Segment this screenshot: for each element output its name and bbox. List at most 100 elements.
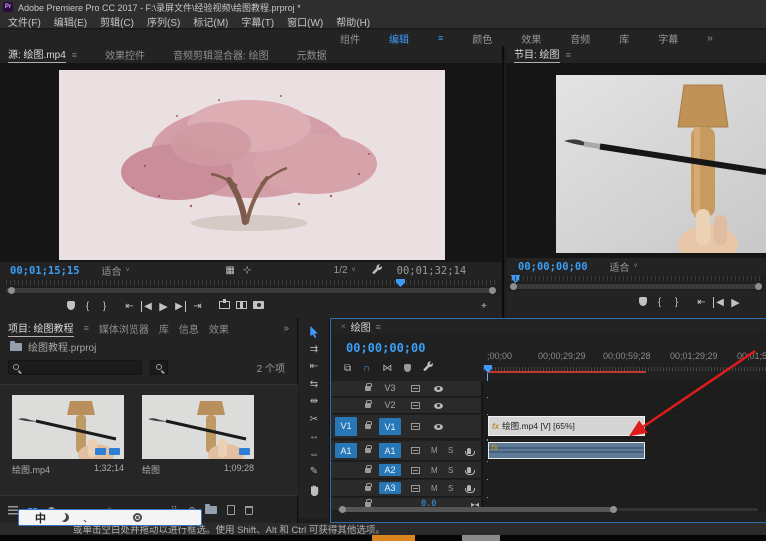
track-label-a2[interactable]: A2 bbox=[379, 464, 401, 476]
taskbar-app-gray[interactable] bbox=[462, 535, 500, 541]
source-zoom-handle-left[interactable] bbox=[8, 287, 15, 294]
tab-overflow-icon[interactable]: » bbox=[283, 323, 289, 334]
ime-fullwidth-moon-icon[interactable] bbox=[60, 513, 69, 522]
sync-lock-icon[interactable] bbox=[411, 485, 420, 492]
project-item-1[interactable]: 绘图.mp4 1;32;14 bbox=[12, 395, 130, 476]
play-button-icon[interactable]: ▶ bbox=[155, 300, 172, 313]
clip-name[interactable]: 绘图.mp4 bbox=[12, 463, 50, 476]
track-label-v1[interactable]: V1 bbox=[379, 418, 401, 435]
program-timecode[interactable]: 00;00;00;00 bbox=[518, 261, 588, 273]
source-playhead[interactable] bbox=[396, 279, 405, 287]
workspace-assembly[interactable]: 组件 bbox=[340, 31, 360, 46]
timeline-hscrollbar[interactable] bbox=[337, 505, 758, 513]
workspace-libraries[interactable]: 库 bbox=[619, 31, 629, 46]
workspace-effects[interactable]: 效果 bbox=[521, 31, 541, 46]
solo-button[interactable]: S bbox=[448, 466, 453, 475]
project-item-2[interactable]: 绘图 1;09;28 bbox=[142, 395, 260, 476]
export-frame-icon[interactable] bbox=[250, 301, 267, 312]
source-viewer[interactable] bbox=[0, 63, 502, 262]
delete-icon[interactable] bbox=[245, 506, 253, 515]
sequence-thumbnail[interactable] bbox=[142, 395, 254, 459]
track-lane[interactable] bbox=[483, 381, 766, 396]
solo-button[interactable]: S bbox=[448, 446, 453, 455]
menu-file[interactable]: 文件(F) bbox=[8, 14, 41, 29]
voiceover-mic-icon[interactable] bbox=[467, 485, 471, 491]
scroll-handle-right[interactable] bbox=[610, 506, 617, 513]
menu-clip[interactable]: 剪辑(C) bbox=[100, 14, 134, 29]
ripple-edit-tool-icon[interactable]: ⇤ bbox=[310, 361, 318, 372]
source-resolution-select[interactable]: 1/2 bbox=[334, 265, 348, 276]
clip-thumbnail[interactable] bbox=[12, 395, 124, 459]
menu-sequence[interactable]: 序列(S) bbox=[147, 14, 180, 29]
sync-lock-icon[interactable] bbox=[411, 467, 420, 474]
tab-audio-clip-mixer[interactable]: 音频剪辑混合器: 绘图 bbox=[173, 47, 269, 62]
source-zoom-select[interactable]: 适合 bbox=[102, 263, 122, 278]
new-bin-icon[interactable] bbox=[205, 506, 217, 514]
sync-lock-icon[interactable] bbox=[411, 385, 420, 392]
step-back-icon[interactable]: ◀ bbox=[138, 301, 155, 312]
selection-tool-icon[interactable] bbox=[309, 326, 320, 337]
track-label-a3[interactable]: A3 bbox=[379, 482, 401, 494]
track-lane[interactable]: fx 绘图.mp4 [V] [65%] bbox=[483, 415, 766, 438]
workspace-titles[interactable]: 字幕 bbox=[658, 31, 678, 46]
lock-icon[interactable] bbox=[365, 424, 371, 429]
tab-effect-controls[interactable]: 效果控件 bbox=[105, 47, 145, 62]
mute-button[interactable]: M bbox=[431, 446, 438, 455]
menu-marker[interactable]: 标记(M) bbox=[193, 14, 228, 29]
source-patch-v1[interactable]: V1 bbox=[335, 417, 357, 435]
play-button-icon[interactable]: ▶ bbox=[727, 296, 744, 309]
mute-button[interactable]: M bbox=[431, 466, 438, 475]
mark-out-icon[interactable]: } bbox=[668, 297, 685, 308]
mark-in-icon[interactable]: { bbox=[79, 301, 96, 312]
project-breadcrumb[interactable]: 绘图教程.prproj bbox=[0, 338, 297, 355]
workspace-audio[interactable]: 音频 bbox=[570, 31, 590, 46]
overwrite-icon[interactable] bbox=[233, 301, 250, 312]
sequence-name[interactable]: 绘图 bbox=[142, 463, 160, 476]
workspace-editing[interactable]: 编辑 bbox=[389, 31, 409, 46]
ime-punctuation[interactable]: 、 bbox=[83, 510, 93, 525]
search-bin-button[interactable] bbox=[150, 360, 168, 375]
program-zoom-handle-left[interactable] bbox=[510, 283, 517, 290]
tab-libraries[interactable]: 库 bbox=[159, 321, 169, 336]
workspace-color[interactable]: 颜色 bbox=[472, 31, 492, 46]
track-lane[interactable] bbox=[483, 462, 766, 478]
mute-button[interactable]: M bbox=[431, 484, 438, 493]
sync-lock-icon[interactable] bbox=[411, 402, 420, 409]
solo-button[interactable]: S bbox=[448, 484, 453, 493]
source-timecode[interactable]: 00;01;15;15 bbox=[10, 265, 80, 277]
close-icon[interactable]: × bbox=[341, 322, 346, 331]
go-to-in-icon[interactable]: ⇤ bbox=[121, 301, 138, 312]
mark-out-icon[interactable]: } bbox=[96, 301, 113, 312]
ime-mode-chinese[interactable]: 中 bbox=[35, 510, 46, 526]
mark-in-icon[interactable]: { bbox=[651, 297, 668, 308]
menu-window[interactable]: 窗口(W) bbox=[287, 14, 323, 29]
linked-selection-icon[interactable]: ⋈ bbox=[382, 363, 392, 374]
tab-sequence[interactable]: 绘图 bbox=[351, 319, 371, 334]
search-input[interactable] bbox=[8, 360, 142, 375]
tab-media-browser[interactable]: 媒体浏览器 bbox=[99, 321, 149, 336]
taskbar-app-orange[interactable] bbox=[372, 535, 415, 541]
tab-source[interactable]: 源: 绘图.mp4 bbox=[8, 46, 66, 63]
new-item-icon[interactable] bbox=[227, 505, 235, 515]
button-editor-icon[interactable]: ⊹ bbox=[239, 265, 256, 276]
step-forward-icon[interactable]: ▶ bbox=[172, 301, 189, 312]
tab-project[interactable]: 项目: 绘图教程 bbox=[8, 320, 74, 337]
rolling-edit-tool-icon[interactable]: ⇆ bbox=[310, 379, 318, 390]
lock-icon[interactable] bbox=[365, 386, 371, 391]
voiceover-mic-icon[interactable] bbox=[467, 448, 471, 454]
panel-menu-icon[interactable]: ≡ bbox=[84, 323, 89, 333]
workspace-overflow-icon[interactable]: » bbox=[707, 33, 713, 44]
add-marker-icon[interactable] bbox=[634, 297, 651, 309]
program-zoom-select[interactable]: 适合 bbox=[610, 259, 630, 274]
workspace-menu-icon[interactable]: ≡ bbox=[438, 33, 443, 43]
panel-menu-icon[interactable]: ≡ bbox=[566, 50, 571, 60]
menu-help[interactable]: 帮助(H) bbox=[336, 14, 370, 29]
program-scrub-area[interactable] bbox=[506, 275, 766, 291]
lock-icon[interactable] bbox=[365, 486, 371, 491]
program-zoom-handle-right[interactable] bbox=[755, 283, 762, 290]
toggle-output-eye-icon[interactable] bbox=[434, 386, 443, 392]
project-bin-area[interactable]: 绘图.mp4 1;32;14 bbox=[0, 384, 298, 496]
track-select-tool-icon[interactable]: ⇉ bbox=[310, 344, 318, 355]
source-zoom-handle-right[interactable] bbox=[489, 287, 496, 294]
tab-metadata[interactable]: 元数据 bbox=[297, 47, 327, 62]
